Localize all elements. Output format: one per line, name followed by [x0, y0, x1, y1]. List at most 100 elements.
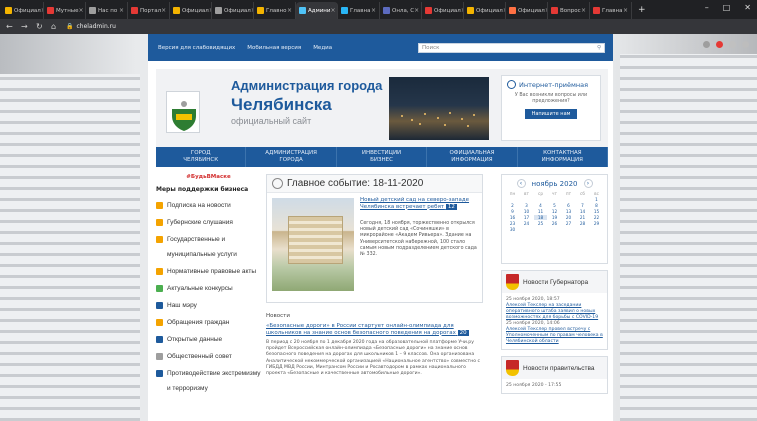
- browser-tab[interactable]: Главна ×: [590, 2, 632, 19]
- main-nav-item[interactable]: ОФИЦИАЛЬНАЯ ИНФОРМАЦИЯ: [427, 147, 518, 167]
- event-headline-link[interactable]: Новый детский сад на северо-западе Челяб…: [360, 197, 478, 210]
- profile-icon[interactable]: [729, 41, 736, 48]
- calendar-day[interactable]: 13: [562, 209, 575, 214]
- close-tab-icon[interactable]: ×: [414, 7, 419, 14]
- browser-tab[interactable]: Официал×: [464, 2, 506, 19]
- calendar-day[interactable]: 27: [562, 221, 575, 226]
- calendar-day[interactable]: 10: [520, 209, 533, 214]
- reload-icon[interactable]: ↻: [36, 22, 45, 31]
- close-tab-icon[interactable]: ×: [330, 7, 335, 14]
- impaired-version-link[interactable]: Версия для слабовидящих: [158, 45, 235, 51]
- calendar-day[interactable]: 23: [506, 221, 519, 226]
- browser-tab[interactable]: Официал×: [506, 2, 548, 19]
- browser-tab[interactable]: Нас по ×: [86, 2, 128, 19]
- calendar-next-button[interactable]: ›: [583, 179, 593, 188]
- menu-icon[interactable]: [742, 41, 749, 48]
- close-tab-icon[interactable]: ×: [79, 7, 84, 14]
- extension-icon[interactable]: [716, 41, 723, 48]
- sidebar-link[interactable]: Наш мэру: [156, 298, 261, 313]
- browser-tab[interactable]: Портал ×: [128, 2, 170, 19]
- sidebar-link[interactable]: Обращения граждан: [156, 315, 261, 330]
- browser-tab[interactable]: Официал×: [212, 2, 254, 19]
- url-field[interactable]: 🔒 cheladmin.ru: [66, 23, 116, 30]
- close-tab-icon[interactable]: ×: [119, 7, 124, 14]
- calendar-day[interactable]: 16: [506, 215, 519, 220]
- calendar-prev-button[interactable]: ‹: [516, 179, 526, 188]
- browser-tab[interactable]: Официал×: [422, 2, 464, 19]
- mobile-version-link[interactable]: Мобильная версия: [247, 45, 301, 51]
- new-tab-button[interactable]: +: [638, 5, 646, 15]
- calendar-day[interactable]: 22: [590, 215, 603, 220]
- calendar-day[interactable]: 15: [590, 209, 603, 214]
- browser-tab[interactable]: Официал×: [170, 2, 212, 19]
- calendar-day[interactable]: 14: [576, 209, 589, 214]
- browser-tab[interactable]: Мутные ×: [44, 2, 86, 19]
- main-nav-item[interactable]: ГОРОД ЧЕЛЯБИНСК: [156, 147, 247, 167]
- main-nav-item[interactable]: ИНВЕСТИЦИИ БИЗНЕС: [337, 147, 428, 167]
- search-icon[interactable]: ⚲: [597, 45, 601, 51]
- write-to-us-button[interactable]: Напишите нам: [525, 109, 577, 119]
- calendar-day[interactable]: 2: [506, 203, 519, 208]
- sidebar-link[interactable]: Нормативные правовые акты: [156, 264, 261, 279]
- forward-icon[interactable]: →: [21, 22, 30, 31]
- close-tab-icon[interactable]: ×: [623, 7, 628, 14]
- close-window-button[interactable]: ✕: [744, 3, 751, 12]
- calendar-day[interactable]: 18: [534, 215, 547, 220]
- main-nav-item[interactable]: АДМИНИСТРАЦИЯ ГОРОДА: [246, 147, 337, 167]
- browser-tab[interactable]: Онла, С ×: [380, 2, 422, 19]
- sidebar-link[interactable]: Актуальные конкурсы: [156, 281, 261, 296]
- back-icon[interactable]: ←: [6, 22, 15, 31]
- calendar-day[interactable]: 7: [576, 203, 589, 208]
- sidebar-link[interactable]: Открытые данные: [156, 332, 261, 347]
- sidebar-link[interactable]: Государственные и муниципальные услуги: [156, 232, 261, 262]
- home-icon[interactable]: ⌂: [51, 22, 60, 31]
- main-nav-item[interactable]: КОНТАКТНАЯ ИНФОРМАЦИЯ: [518, 147, 609, 167]
- close-tab-icon[interactable]: ×: [161, 7, 166, 14]
- news-headline-link[interactable]: «Безопасные дороги» в России стартует он…: [266, 323, 483, 336]
- news-section-label[interactable]: Новости: [266, 313, 483, 319]
- calendar-day[interactable]: 4: [534, 203, 547, 208]
- news-item-link[interactable]: Алексей Текслер провел встречу с Уполном…: [506, 327, 603, 344]
- sidebar-link[interactable]: Подписка на новости: [156, 198, 261, 213]
- calendar-day[interactable]: 1: [590, 197, 603, 202]
- governor-news-title[interactable]: Новости Губернатора: [523, 279, 588, 286]
- sidebar-link[interactable]: Общественный совет: [156, 349, 261, 364]
- extension-icon[interactable]: [703, 41, 710, 48]
- calendar-day[interactable]: 24: [520, 221, 533, 226]
- browser-tab[interactable]: Главна ×: [338, 2, 380, 19]
- calendar-day[interactable]: 5: [548, 203, 561, 208]
- coat-of-arms-logo[interactable]: [166, 91, 200, 133]
- browser-tab[interactable]: Главно ×: [254, 2, 296, 19]
- calendar-day[interactable]: 20: [562, 215, 575, 220]
- government-news-title[interactable]: Новости правительства: [523, 365, 595, 372]
- hashtag-banner[interactable]: #БудьВМаске: [156, 174, 261, 180]
- event-photo[interactable]: [272, 198, 354, 291]
- calendar-day[interactable]: 17: [520, 215, 533, 220]
- news-item-link[interactable]: Алексей Текслер на заседании оперативног…: [506, 303, 598, 320]
- minimize-button[interactable]: –: [705, 3, 709, 12]
- browser-tab[interactable]: Админи ×: [296, 2, 338, 19]
- calendar-day[interactable]: 8: [590, 203, 603, 208]
- reception-title[interactable]: Интернет-приёмная: [519, 81, 588, 89]
- calendar-day[interactable]: 11: [534, 209, 547, 214]
- business-support-link[interactable]: Меры поддержки бизнеса: [156, 186, 261, 193]
- sidebar-link[interactable]: Противодействие экстремизму и терроризму: [156, 366, 261, 396]
- close-tab-icon[interactable]: ×: [371, 7, 376, 14]
- calendar-day[interactable]: 12: [548, 209, 561, 214]
- close-tab-icon[interactable]: ×: [581, 7, 586, 14]
- calendar-day[interactable]: 6: [562, 203, 575, 208]
- calendar-day[interactable]: 29: [590, 221, 603, 226]
- calendar-day[interactable]: 21: [576, 215, 589, 220]
- search-input[interactable]: Поиск ⚲: [418, 42, 605, 53]
- calendar-day[interactable]: 25: [534, 221, 547, 226]
- media-link[interactable]: Медиа: [313, 45, 332, 51]
- calendar-day[interactable]: 28: [576, 221, 589, 226]
- browser-tab[interactable]: Официал×: [2, 2, 44, 19]
- maximize-button[interactable]: □: [723, 3, 731, 12]
- sidebar-link[interactable]: Губернские слушания: [156, 215, 261, 230]
- site-title[interactable]: Администрация города Челябинска: [231, 77, 382, 116]
- calendar-day[interactable]: 9: [506, 209, 519, 214]
- browser-tab[interactable]: Вопрос ×: [548, 2, 590, 19]
- calendar-day[interactable]: 19: [548, 215, 561, 220]
- calendar-day[interactable]: 3: [520, 203, 533, 208]
